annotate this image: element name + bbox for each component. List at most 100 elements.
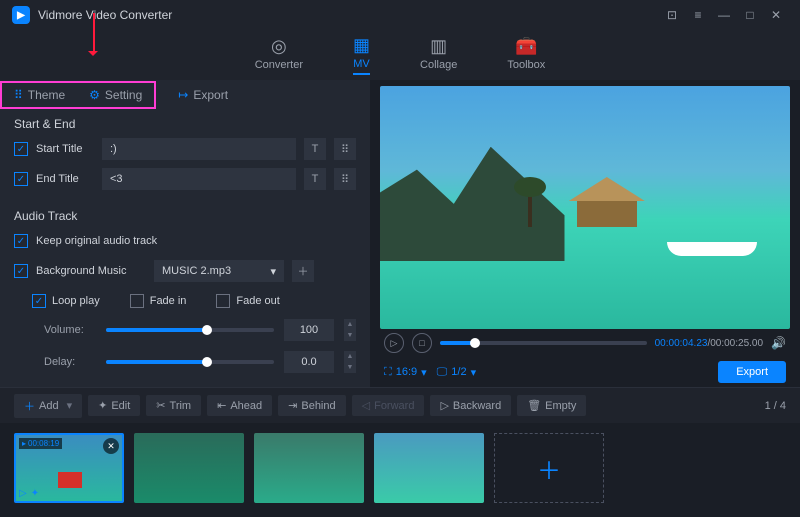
backward-icon: ▷ xyxy=(440,399,448,412)
behind-icon: ⇥ xyxy=(288,399,297,412)
clip-toolbar: ＋Add▾ ✦Edit ✂Trim ⇤Ahead ⇥Behind ◁Forwar… xyxy=(0,387,800,423)
preview-panel: ▷ □ 00:00:04.23/00:00:25.00 🔊 ⛶16:9▾ 🖵1/… xyxy=(370,80,800,387)
start-expand-button[interactable]: ⠿ xyxy=(334,138,356,160)
nav-mv[interactable]: ▦ MV xyxy=(353,35,370,75)
start-end-section: Start & End ✓ Start Title T ⠿ ✓ End Titl… xyxy=(0,109,370,201)
add-music-button[interactable]: ＋ xyxy=(292,260,314,282)
start-title-checkbox[interactable]: ✓ xyxy=(14,142,28,156)
start-title-input[interactable] xyxy=(102,138,296,160)
volume-slider[interactable] xyxy=(106,328,274,332)
bg-music-checkbox[interactable]: ✓ xyxy=(14,264,28,278)
export-icon: ↦ xyxy=(178,88,188,102)
nav-collage[interactable]: ▥ Collage xyxy=(420,36,457,74)
end-expand-button[interactable]: ⠿ xyxy=(334,168,356,190)
audio-heading: Audio Track xyxy=(14,209,356,223)
start-title-label: Start Title xyxy=(36,143,94,155)
chevron-down-icon: ▾ xyxy=(471,366,477,379)
loop-checkbox[interactable]: ✓ xyxy=(32,294,46,308)
delay-down[interactable]: ▼ xyxy=(344,362,356,373)
ahead-button[interactable]: ⇤Ahead xyxy=(207,395,272,416)
settings-panel: ⠿ Theme ⚙ Setting ↦ Export Start & End ✓… xyxy=(0,80,370,387)
toolbox-icon: 🧰 xyxy=(515,36,537,57)
titlebar: ▶ Vidmore Video Converter ⊡ ≡ — □ ✕ xyxy=(0,0,800,30)
theme-icon: ⠿ xyxy=(14,88,23,102)
start-text-style-button[interactable]: T xyxy=(304,138,326,160)
forward-button[interactable]: ◁Forward xyxy=(352,395,425,416)
app-title: Vidmore Video Converter xyxy=(38,8,172,22)
menu-icon[interactable]: ≡ xyxy=(686,3,710,27)
aspect-icon: ⛶ xyxy=(384,366,392,379)
preview-controls: ⛶16:9▾ 🖵1/2▾ Export xyxy=(380,357,790,387)
fadein-label: Fade in xyxy=(150,295,187,307)
thumb-4[interactable] xyxy=(374,433,484,503)
thumb-duration: ▸ 00:08:19 xyxy=(19,438,62,449)
add-thumb-button[interactable]: ＋ xyxy=(494,433,604,503)
collage-icon: ▥ xyxy=(430,36,447,57)
nav-toolbox[interactable]: 🧰 Toolbox xyxy=(507,36,545,74)
behind-button[interactable]: ⇥Behind xyxy=(278,395,345,416)
highlighted-tabs: ⠿ Theme ⚙ Setting xyxy=(0,81,156,109)
end-text-style-button[interactable]: T xyxy=(304,168,326,190)
tab-setting[interactable]: ⚙ Setting xyxy=(77,83,154,107)
feedback-icon[interactable]: ⊡ xyxy=(660,3,684,27)
fadeout-label: Fade out xyxy=(236,295,279,307)
empty-icon: 🗑 xyxy=(527,399,541,412)
keep-original-checkbox[interactable]: ✓ xyxy=(14,234,28,248)
tab-theme[interactable]: ⠿ Theme xyxy=(2,83,77,107)
scale-select[interactable]: 🖵1/2▾ xyxy=(437,366,476,379)
delay-up[interactable]: ▲ xyxy=(344,351,356,362)
add-button[interactable]: ＋Add▾ xyxy=(14,394,82,418)
play-button[interactable]: ▷ xyxy=(384,333,404,353)
trim-icon: ✂ xyxy=(156,399,165,412)
volume-icon[interactable]: 🔊 xyxy=(771,336,786,350)
keep-original-label: Keep original audio track xyxy=(36,235,157,247)
setting-icon: ⚙ xyxy=(89,88,100,102)
fadein-checkbox[interactable]: ✓ xyxy=(130,294,144,308)
thumb-3[interactable] xyxy=(254,433,364,503)
bg-music-select[interactable]: MUSIC 2.mp3 ▾ xyxy=(154,260,284,282)
tab-export[interactable]: ↦ Export xyxy=(166,88,240,102)
thumb-play-icon[interactable]: ▷ xyxy=(19,488,27,499)
progress-slider[interactable] xyxy=(440,341,647,345)
trim-button[interactable]: ✂Trim xyxy=(146,395,201,416)
maximize-icon[interactable]: □ xyxy=(738,3,762,27)
thumb-1[interactable]: ▸ 00:08:19 ✕ ▷ ✦ xyxy=(14,433,124,503)
volume-value[interactable]: 100 xyxy=(284,319,334,341)
minimize-icon[interactable]: — xyxy=(712,3,736,27)
stop-button[interactable]: □ xyxy=(412,333,432,353)
loop-label: Loop play xyxy=(52,295,100,307)
export-button[interactable]: Export xyxy=(718,361,786,383)
volume-label: Volume: xyxy=(44,324,96,336)
thumb-edit-icon[interactable]: ✦ xyxy=(31,488,39,499)
mv-icon: ▦ xyxy=(353,35,370,56)
nav-converter[interactable]: ◎ Converter xyxy=(255,36,303,74)
delay-label: Delay: xyxy=(44,356,96,368)
page-indicator: 1 / 4 xyxy=(765,400,786,412)
ahead-icon: ⇤ xyxy=(217,399,226,412)
audio-track-section: Audio Track ✓ Keep original audio track … xyxy=(0,201,370,387)
end-title-label: End Title xyxy=(36,173,94,185)
delay-value[interactable]: 0.0 xyxy=(284,351,334,373)
chevron-down-icon: ▾ xyxy=(421,366,427,379)
bg-music-label: Background Music xyxy=(36,265,146,277)
empty-button[interactable]: 🗑Empty xyxy=(517,395,586,416)
edit-button[interactable]: ✦Edit xyxy=(88,395,140,416)
volume-up[interactable]: ▲ xyxy=(344,319,356,330)
close-icon[interactable]: ✕ xyxy=(764,3,788,27)
end-title-input[interactable] xyxy=(102,168,296,190)
monitor-icon: 🖵 xyxy=(437,366,448,379)
volume-down[interactable]: ▼ xyxy=(344,330,356,341)
time-display: 00:00:04.23/00:00:25.00 xyxy=(655,338,763,349)
thumb-remove-button[interactable]: ✕ xyxy=(103,438,119,454)
fadeout-checkbox[interactable]: ✓ xyxy=(216,294,230,308)
top-nav: ◎ Converter ▦ MV ▥ Collage 🧰 Toolbox xyxy=(0,30,800,80)
thumb-2[interactable] xyxy=(134,433,244,503)
delay-slider[interactable] xyxy=(106,360,274,364)
end-title-checkbox[interactable]: ✓ xyxy=(14,172,28,186)
preview-image xyxy=(380,86,790,329)
forward-icon: ◁ xyxy=(362,399,370,412)
plus-icon: ＋ xyxy=(24,398,35,414)
backward-button[interactable]: ▷Backward xyxy=(430,395,511,416)
aspect-select[interactable]: ⛶16:9▾ xyxy=(384,366,427,379)
panel-tabs: ⠿ Theme ⚙ Setting ↦ Export xyxy=(0,80,370,109)
